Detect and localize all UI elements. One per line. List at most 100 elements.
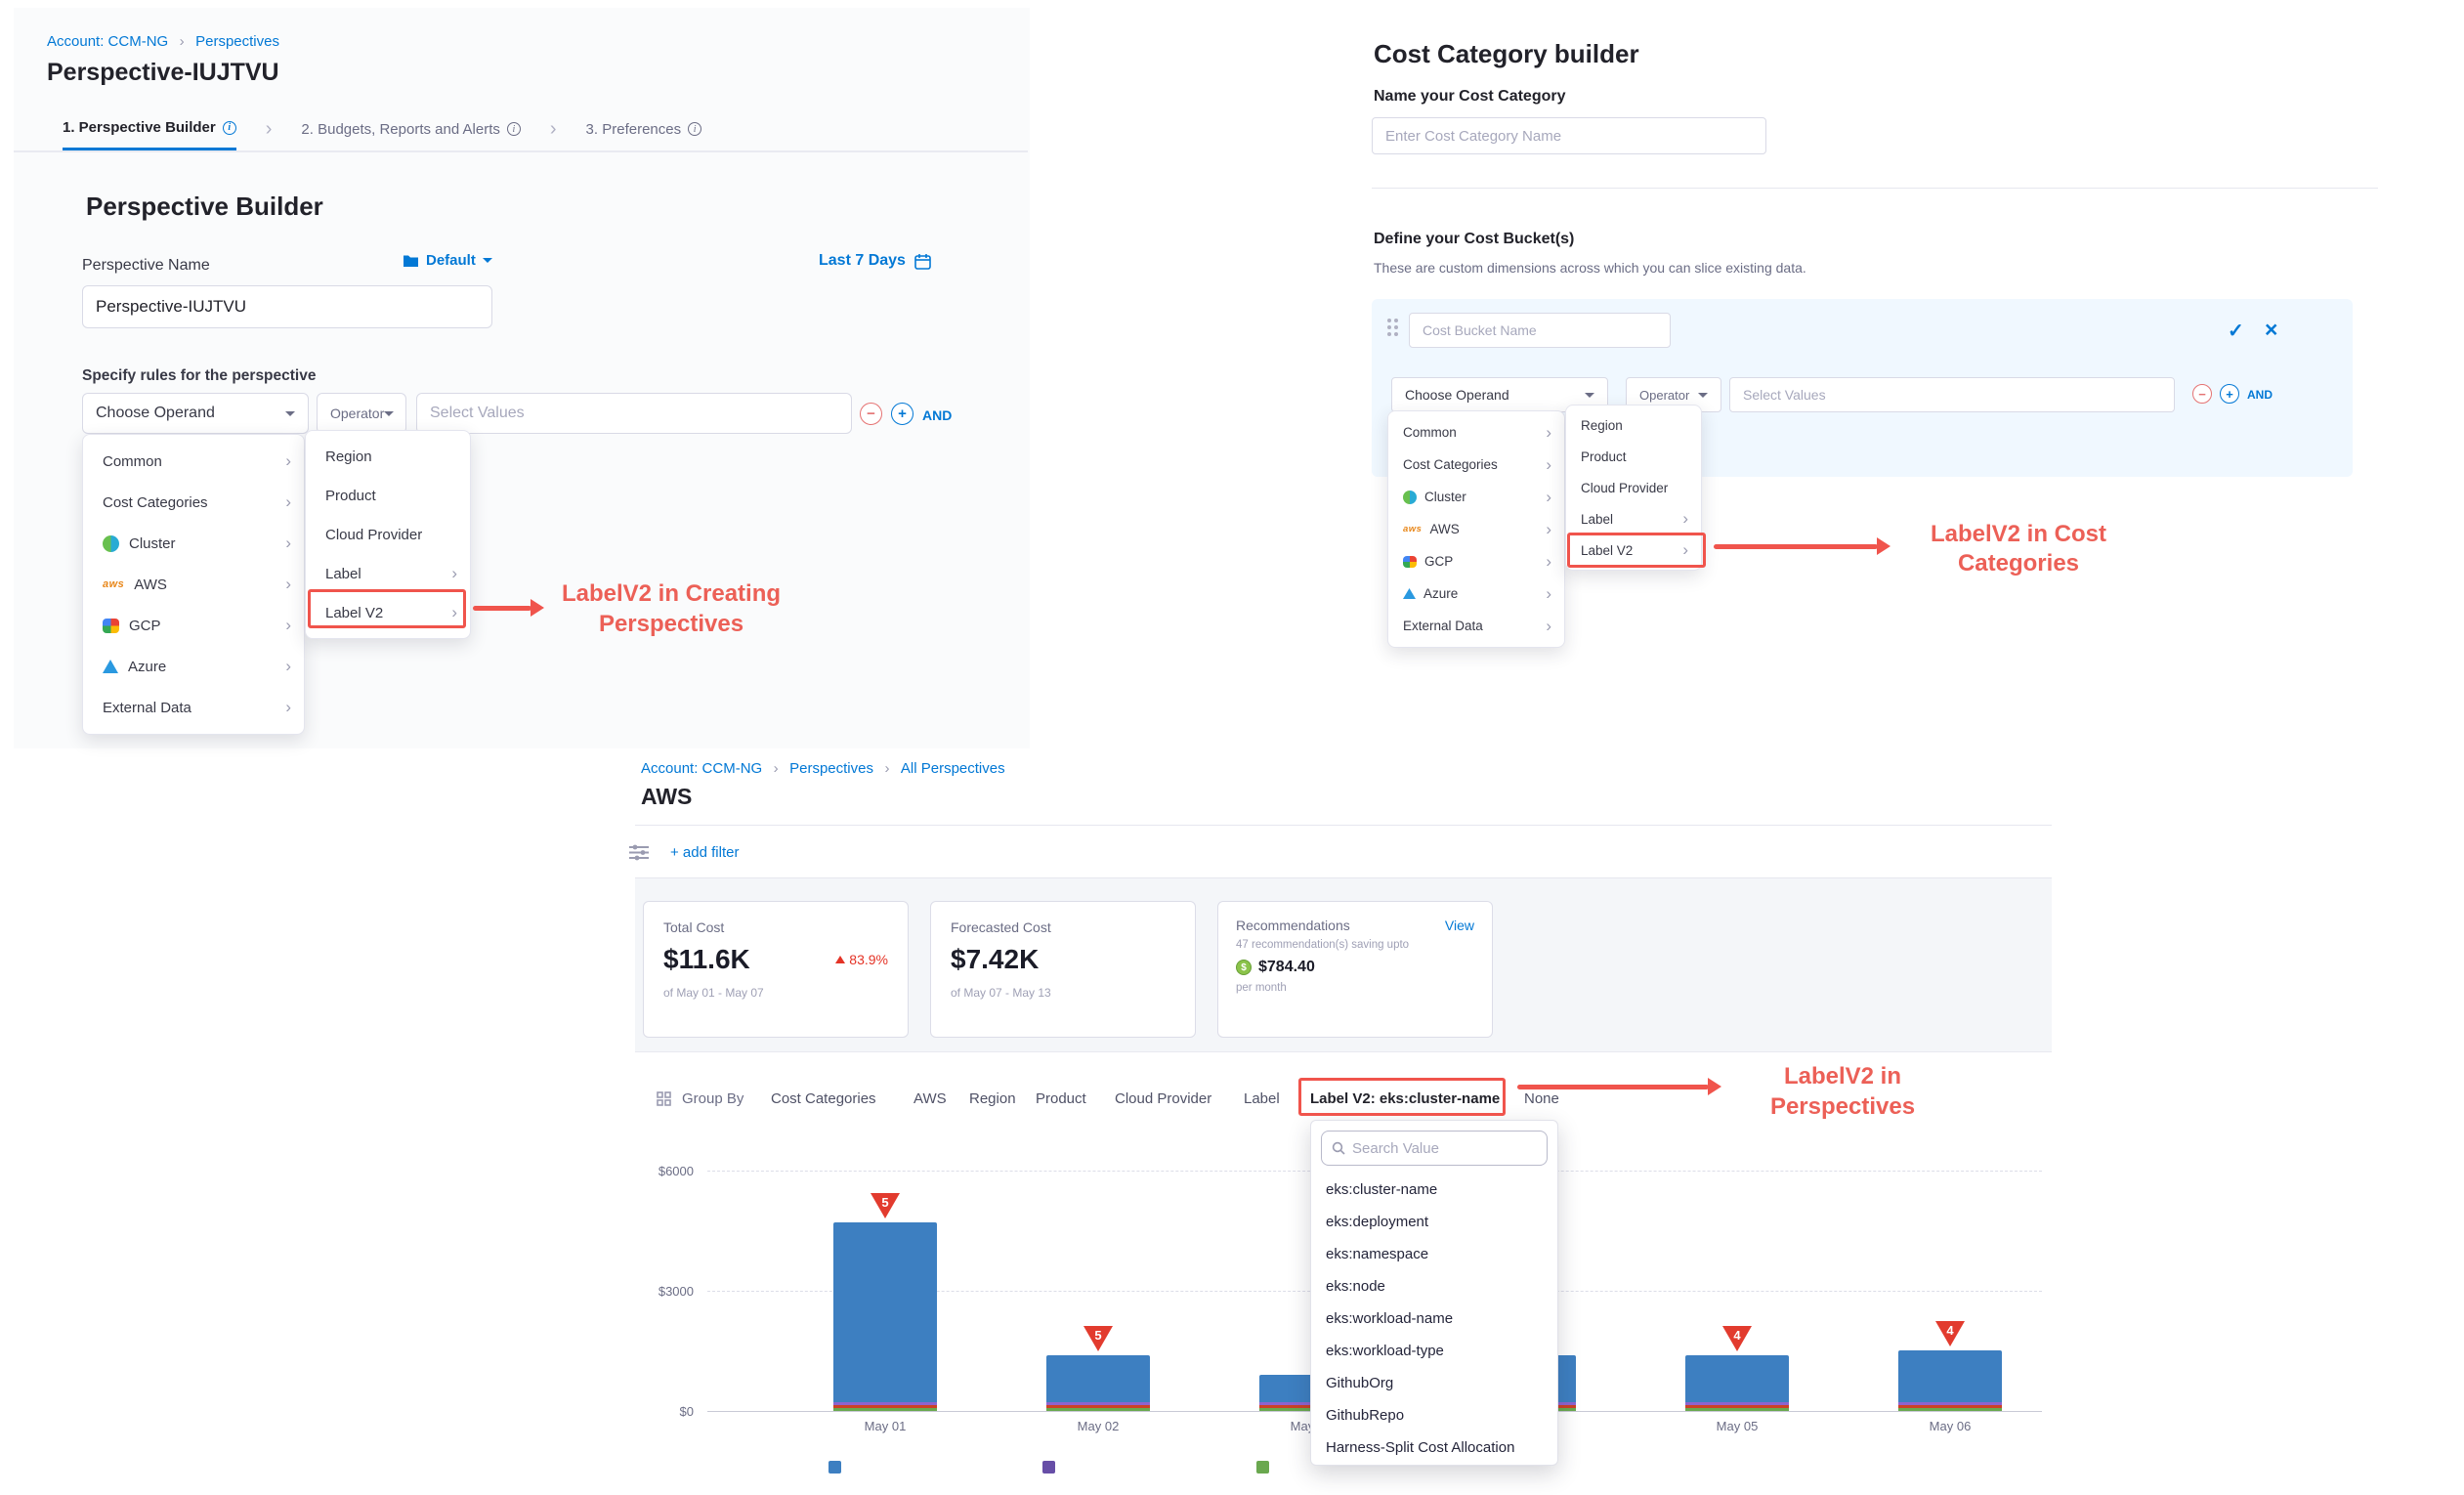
cc-menu-item-gcp[interactable]: GCP› (1388, 545, 1564, 577)
chart-bar[interactable] (1898, 1350, 2002, 1411)
menu-item-cluster[interactable]: Cluster› (83, 523, 304, 564)
value-option-eks-deployment[interactable]: eks:deployment (1311, 1206, 1557, 1238)
breadcrumb-perspectives-link[interactable]: Perspectives (195, 33, 279, 50)
menu-item-azure[interactable]: Azure› (83, 646, 304, 687)
operand-select[interactable]: Choose Operand (82, 393, 309, 434)
menu-item-cost-categories[interactable]: Cost Categories› (83, 482, 304, 523)
tab-preferences[interactable]: 3. Preferences i (586, 107, 702, 150)
breadcrumb-account-link[interactable]: Account: CCM-NG (47, 33, 168, 50)
cc-add-rule-button[interactable]: + (2220, 384, 2239, 404)
submenu-item-product[interactable]: Product (306, 476, 470, 515)
group-by-label-option[interactable]: Label (1244, 1090, 1280, 1107)
cc-remove-rule-button[interactable]: − (2192, 384, 2212, 404)
cc-name-input[interactable]: Enter Cost Category Name (1372, 117, 1766, 154)
cc-menu-item-common[interactable]: Common› (1388, 416, 1564, 448)
breadcrumb-account-link[interactable]: Account: CCM-NG (641, 760, 762, 777)
drag-handle-icon[interactable] (1387, 319, 1391, 322)
group-by-cost-categories[interactable]: Cost Categories (771, 1090, 876, 1107)
value-option-eks-namespace[interactable]: eks:namespace (1311, 1238, 1557, 1270)
folder-icon (403, 254, 419, 268)
view-recommendations-link[interactable]: View (1445, 918, 1474, 933)
operator-select[interactable]: Operator (317, 393, 406, 434)
tab-perspective-builder[interactable]: 1. Perspective Builder i (63, 107, 236, 150)
group-by-product[interactable]: Product (1036, 1090, 1086, 1107)
value-option-githuborg[interactable]: GithubOrg (1311, 1367, 1557, 1399)
menu-item-gcp[interactable]: GCP› (83, 605, 304, 646)
per-month-label: per month (1236, 982, 1474, 994)
chart-bar[interactable] (1685, 1355, 1789, 1411)
value-option-eks-cluster-name[interactable]: eks:cluster-name (1311, 1174, 1557, 1206)
cc-submenu-item-region[interactable]: Region (1566, 409, 1701, 441)
submenu-item-label[interactable]: Label› (306, 554, 470, 593)
perspective-title: AWS (641, 784, 692, 810)
legend-chip[interactable] (828, 1461, 841, 1474)
remove-rule-button[interactable]: − (860, 403, 882, 425)
menu-item-common[interactable]: Common› (83, 441, 304, 482)
value-search-input[interactable]: Search Value (1321, 1131, 1548, 1166)
card-label: Forecasted Cost (951, 919, 1175, 935)
annotation-arrow (1714, 544, 1878, 549)
breadcrumb-all-perspectives-link[interactable]: All Perspectives (901, 760, 1005, 777)
group-by-cloud-provider[interactable]: Cloud Provider (1115, 1090, 1211, 1107)
and-operator-button[interactable]: AND (922, 407, 952, 423)
menu-item-label: External Data (103, 700, 191, 716)
cc-submenu-item-label[interactable]: Label› (1566, 503, 1701, 534)
folder-selector[interactable]: Default (403, 252, 492, 269)
add-rule-button[interactable]: + (891, 403, 913, 425)
gcp-icon (1403, 556, 1417, 568)
cc-menu-item-cluster[interactable]: Cluster› (1388, 481, 1564, 513)
page-title: Perspective-IUJTVU (47, 59, 279, 87)
time-range-selector[interactable]: Last 7 Days (819, 252, 931, 270)
menu-item-label: External Data (1403, 619, 1483, 633)
perspective-name-input[interactable]: Perspective-IUJTVU (82, 285, 492, 328)
breadcrumb-perspectives-link[interactable]: Perspectives (789, 760, 873, 777)
value-search-placeholder: Search Value (1352, 1140, 1439, 1157)
cc-menu-item-external-data[interactable]: External Data› (1388, 610, 1564, 642)
cc-menu-item-azure[interactable]: Azure› (1388, 577, 1564, 610)
add-filter-button[interactable]: + add filter (670, 844, 739, 861)
cc-submenu-item-cloud-provider[interactable]: Cloud Provider (1566, 472, 1701, 503)
anomaly-badge[interactable]: 5 (1083, 1326, 1113, 1351)
screenshot-canvas: Account: CCM-NG › Perspectives Perspecti… (0, 0, 2464, 1495)
menu-item-external-data[interactable]: External Data› (83, 687, 304, 728)
chart-bar[interactable] (1046, 1355, 1150, 1411)
group-by-aws[interactable]: AWS (913, 1090, 947, 1107)
value-option-githubrepo[interactable]: GithubRepo (1311, 1399, 1557, 1431)
breadcrumb: Account: CCM-NG › Perspectives (47, 33, 279, 51)
cc-menu-item-cost-categories[interactable]: Cost Categories› (1388, 448, 1564, 481)
cc-menu-item-aws[interactable]: awsAWS› (1388, 513, 1564, 545)
menu-item-label: Label (325, 566, 361, 582)
group-by-none[interactable]: None (1524, 1090, 1559, 1107)
chevron-right-icon: › (550, 118, 557, 141)
menu-item-label: Product (325, 488, 376, 504)
azure-icon (1403, 588, 1416, 599)
cost-bucket-name-input[interactable]: Cost Bucket Name (1409, 313, 1671, 348)
annotation-arrow (1517, 1085, 1709, 1089)
cc-and-operator-button[interactable]: AND (2247, 388, 2273, 402)
submenu-item-cloud-provider[interactable]: Cloud Provider (306, 515, 470, 554)
value-option-harness-split-cost-allocation[interactable]: Harness-Split Cost Allocation (1311, 1431, 1557, 1464)
menu-item-label: Cloud Provider (1581, 481, 1668, 495)
menu-item-label: AWS (1429, 522, 1459, 536)
menu-item-aws[interactable]: aws AWS› (83, 564, 304, 605)
close-icon[interactable]: × (2265, 317, 2277, 343)
value-option-eks-workload-name[interactable]: eks:workload-name (1311, 1303, 1557, 1335)
chart-bar[interactable] (833, 1222, 937, 1411)
select-values-input[interactable]: Select Values (416, 393, 852, 434)
cc-submenu-item-product[interactable]: Product (1566, 441, 1701, 472)
submenu-item-region[interactable]: Region (306, 437, 470, 476)
legend-chip[interactable] (1042, 1461, 1055, 1474)
anomaly-badge[interactable]: 5 (871, 1193, 900, 1218)
bar-base-strip (1046, 1402, 1150, 1405)
filter-icon[interactable] (629, 844, 649, 866)
value-option-eks-workload-type[interactable]: eks:workload-type (1311, 1335, 1557, 1367)
menu-item-label: Region (325, 448, 372, 465)
anomaly-badge[interactable]: 4 (1935, 1321, 1965, 1346)
legend-chip[interactable] (1256, 1461, 1269, 1474)
anomaly-badge[interactable]: 4 (1722, 1326, 1752, 1351)
group-by-region[interactable]: Region (969, 1090, 1016, 1107)
confirm-check-button[interactable]: ✓ (2228, 319, 2244, 343)
tab-budgets-reports-alerts[interactable]: 2. Budgets, Reports and Alerts i (301, 107, 520, 150)
value-option-eks-node[interactable]: eks:node (1311, 1270, 1557, 1303)
cc-select-values-input[interactable]: Select Values (1729, 377, 2175, 412)
